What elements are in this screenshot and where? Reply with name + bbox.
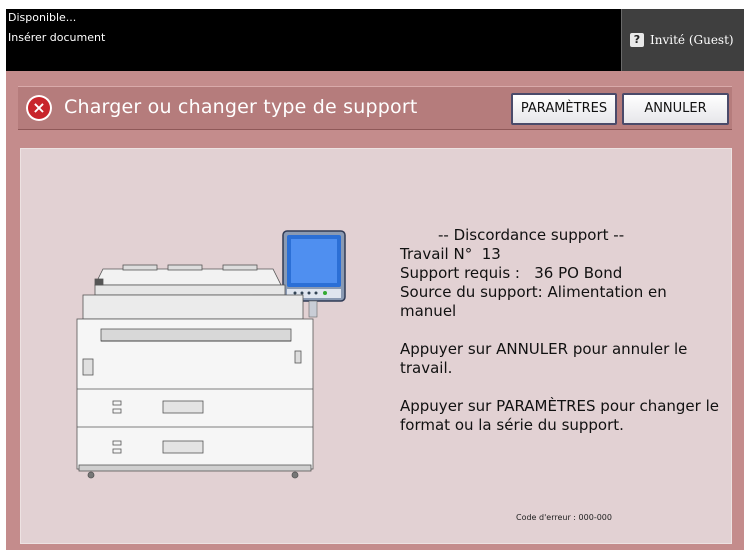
message-source: Source du support: Alimentation en manue… — [400, 283, 667, 320]
message-params-hint: Appuyer sur PARAMÈTRES pour changer le f… — [400, 397, 719, 434]
printer-body-icon — [76, 294, 314, 479]
dialog-title: Charger ou changer type de support — [64, 96, 418, 118]
message-panel: -- Discordance support -- Travail N° 13 … — [20, 148, 732, 544]
error-icon: × — [26, 95, 52, 121]
user-icon: ? — [630, 33, 644, 47]
message-header: -- Discordance support -- — [438, 226, 625, 244]
status-instruction: Insérer document — [8, 31, 106, 44]
parameters-button[interactable]: PARAMÈTRES — [511, 93, 617, 125]
message-required: Support requis : 36 PO Bond — [400, 264, 623, 282]
user-label: Invité (Guest) — [650, 33, 734, 47]
message-cancel-hint: Appuyer sur ANNULER pour annuler le trav… — [400, 340, 688, 377]
message-job: Travail N° 13 — [400, 245, 501, 263]
cancel-button[interactable]: ANNULER — [622, 93, 729, 125]
screen: Disponible... Insérer document ? Invité … — [6, 9, 744, 550]
error-message: -- Discordance support -- Travail N° 13 … — [400, 226, 720, 435]
error-code: Code d'erreur : 000-000 — [516, 513, 612, 522]
user-login-button[interactable]: ? Invité (Guest) — [621, 9, 744, 71]
status-bar: Disponible... Insérer document ? Invité … — [6, 9, 744, 71]
printer-illustration — [76, 230, 346, 479]
dialog-titlebar: × Charger ou changer type de support PAR… — [18, 86, 732, 130]
status-text: Disponible... — [8, 11, 77, 24]
